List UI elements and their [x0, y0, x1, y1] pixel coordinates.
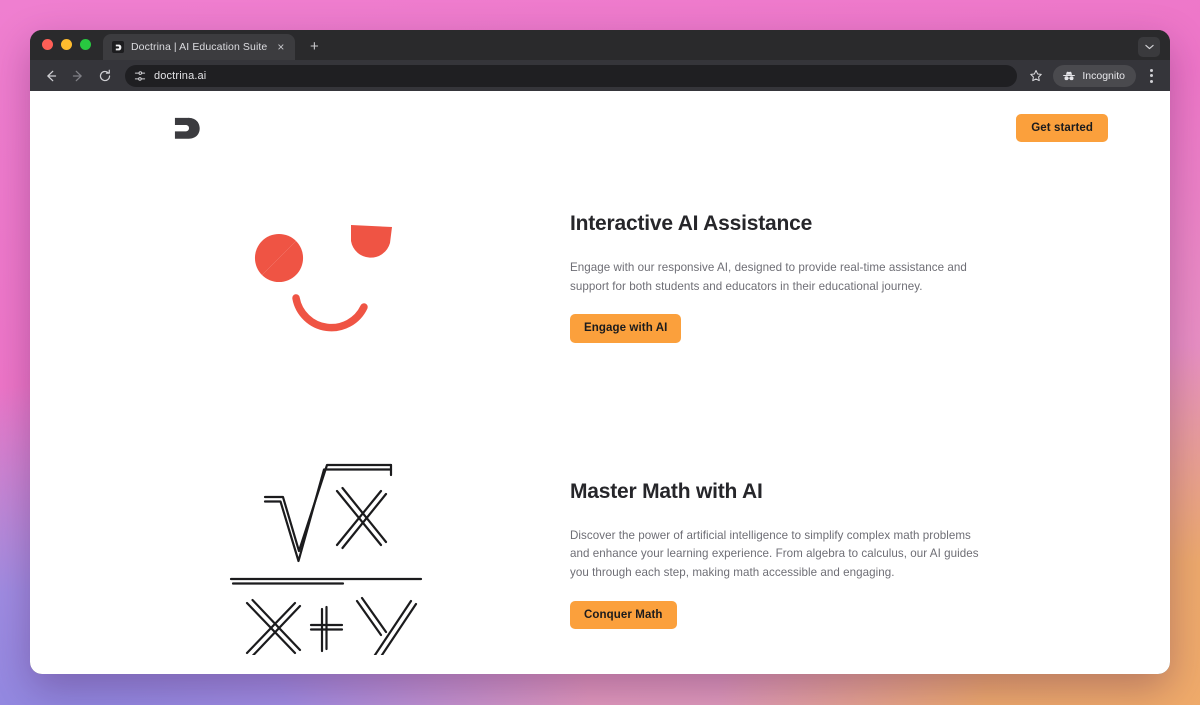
page-viewport: Get started Interactive AI Assistance En…: [30, 91, 1170, 674]
incognito-hat-icon: [1063, 71, 1076, 81]
section-1-text: Interactive AI Assistance Engage with ou…: [570, 211, 1130, 344]
kebab-dot: [1149, 79, 1153, 83]
window-controls: [42, 30, 91, 60]
forward-button[interactable]: [66, 64, 90, 88]
section-1-body: Engage with our responsive AI, designed …: [570, 260, 967, 293]
close-tab-button[interactable]: ×: [274, 41, 287, 53]
tab-strip: Doctrina | AI Education Suite × +: [30, 30, 1170, 60]
maximize-window-button[interactable]: [80, 38, 91, 50]
tab-list-button[interactable]: [1138, 37, 1160, 57]
incognito-indicator[interactable]: Incognito: [1053, 64, 1136, 87]
section-2-text: Master Math with AI Discover the power o…: [570, 480, 1130, 630]
conquer-math-button[interactable]: Conquer Math: [570, 600, 677, 630]
address-bar[interactable]: doctrina.ai: [125, 64, 1018, 87]
section-2-body: Discover the power of artificial intelli…: [570, 528, 979, 580]
doctrina-favicon: [112, 41, 124, 53]
back-button[interactable]: [39, 64, 63, 88]
site-settings-icon: [134, 70, 146, 81]
smiley-face-illustration: [90, 203, 570, 353]
url-text: doctrina.ai: [154, 69, 207, 82]
reload-button[interactable]: [93, 64, 117, 88]
site-header: Get started: [30, 91, 1170, 143]
new-tab-button[interactable]: +: [306, 39, 322, 54]
math-equation-illustration: [90, 455, 570, 655]
section-interactive-ai: Interactive AI Assistance Engage with ou…: [30, 165, 1170, 390]
forward-arrow-icon: [72, 70, 82, 81]
kebab-dot: [1149, 68, 1153, 72]
back-arrow-icon: [47, 70, 57, 81]
minimize-window-button[interactable]: [61, 38, 72, 50]
browser-window: Doctrina | AI Education Suite × + doctri…: [30, 30, 1170, 674]
doctrina-logo[interactable]: [172, 113, 206, 143]
section-2-heading: Master Math with AI: [570, 479, 763, 503]
section-master-math: Master Math with AI Discover the power o…: [30, 442, 1170, 667]
browser-menu-button[interactable]: [1141, 65, 1161, 87]
star-icon: [1030, 69, 1043, 81]
close-window-button[interactable]: [42, 38, 53, 50]
reload-icon: [99, 69, 111, 81]
engage-with-ai-button[interactable]: Engage with AI: [570, 314, 682, 344]
tab-title: Doctrina | AI Education Suite: [131, 41, 268, 53]
incognito-label: Incognito: [1082, 69, 1125, 82]
section-1-heading: Interactive AI Assistance: [570, 211, 813, 235]
screen: Doctrina | AI Education Suite × + doctri…: [0, 0, 1200, 705]
browser-tab[interactable]: Doctrina | AI Education Suite ×: [103, 34, 296, 60]
bookmark-button[interactable]: [1025, 65, 1047, 87]
browser-toolbar: doctrina.ai Incognito: [30, 60, 1170, 91]
kebab-dot: [1149, 74, 1153, 77]
get-started-button[interactable]: Get started: [1016, 113, 1108, 143]
chevron-down-icon: [1144, 44, 1154, 50]
